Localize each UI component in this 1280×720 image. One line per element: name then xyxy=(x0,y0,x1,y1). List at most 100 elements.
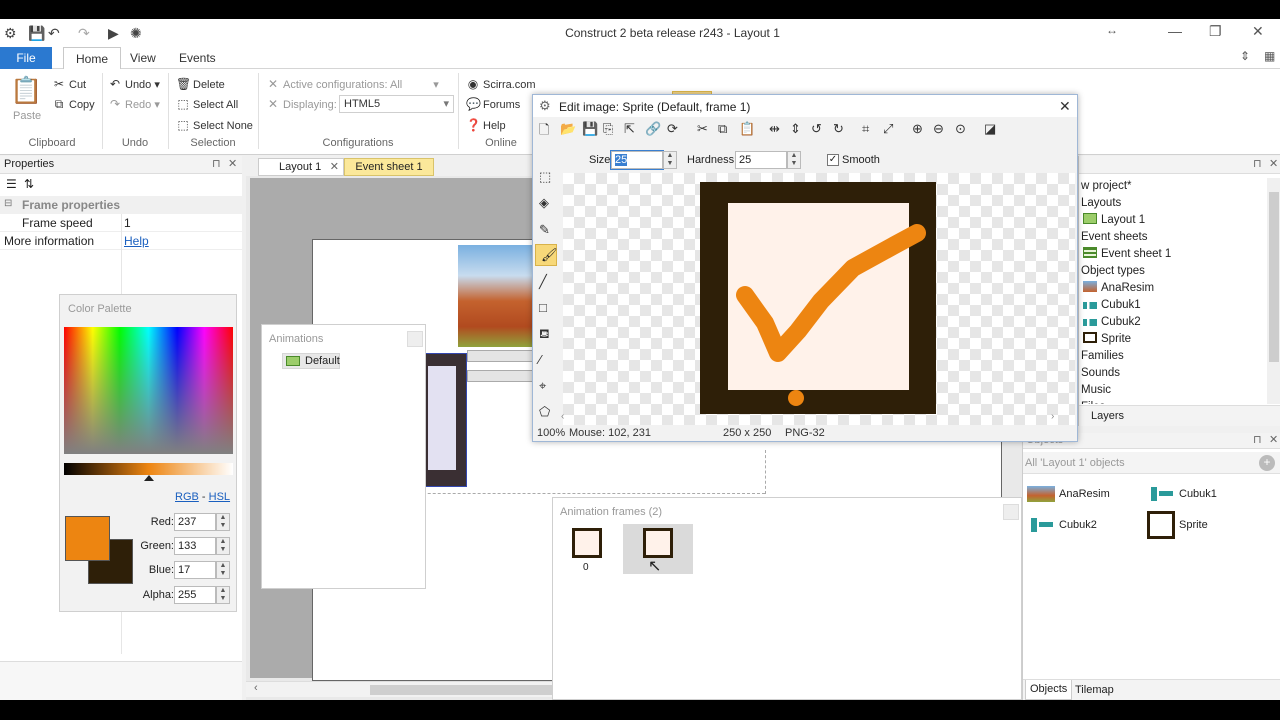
dialog-close-button[interactable]: ✕ xyxy=(1059,98,1071,115)
origin-icon[interactable]: ⌖ xyxy=(539,378,546,394)
blue-input[interactable]: 17 xyxy=(174,561,216,579)
tab-events[interactable]: Events xyxy=(167,47,228,69)
line-icon[interactable]: ╱ xyxy=(539,274,547,290)
hardness-stepper[interactable]: ▲ ▼ xyxy=(787,151,801,169)
color-picker-icon[interactable]: ⁄ xyxy=(539,352,541,367)
rotate-left-icon[interactable]: ↺ xyxy=(811,121,822,137)
project-tree-item[interactable]: Layout 1 xyxy=(1083,212,1145,229)
open-icon[interactable]: 📂 xyxy=(560,121,576,137)
restore-button[interactable]: ❐ xyxy=(1209,23,1222,40)
anaresim-image[interactable] xyxy=(458,245,533,347)
paste-icon[interactable]: 📋 xyxy=(10,75,42,107)
project-tree-item[interactable]: Event sheet 1 xyxy=(1083,246,1171,263)
project-tree-item[interactable]: Layouts xyxy=(1081,195,1121,212)
tab-tilemap[interactable]: Tilemap xyxy=(1075,684,1114,696)
sort-icon[interactable]: ⇅ xyxy=(24,177,34,191)
green-stepper[interactable]: ▲ ▼ xyxy=(216,537,230,555)
redo-button[interactable]: ↷ Redo ▾ xyxy=(108,97,160,111)
tab-layers[interactable]: Layers xyxy=(1091,410,1124,422)
eraser-icon[interactable]: ◈ xyxy=(539,195,549,211)
fill-icon[interactable]: ⛾ xyxy=(539,326,550,344)
cut-icon[interactable]: ✂ xyxy=(697,121,708,137)
copy-button[interactable]: ⧉ Copy xyxy=(52,97,95,112)
close-icon[interactable]: ✕ xyxy=(228,157,237,170)
frame-thumbnail-1-selected[interactable]: ↖ xyxy=(623,524,693,575)
blue-stepper[interactable]: ▲ ▼ xyxy=(216,561,230,579)
save-icon[interactable]: 💾 xyxy=(582,121,598,137)
hsl-link[interactable]: HSL xyxy=(209,491,230,503)
project-tree-item[interactable]: Families xyxy=(1081,348,1124,365)
zoom-reset-icon[interactable]: ⊙ xyxy=(955,121,966,137)
minimize-button[interactable]: — xyxy=(1168,23,1182,39)
image-canvas[interactable] xyxy=(563,173,1075,425)
red-input[interactable]: 237 xyxy=(174,513,216,531)
resize-icon[interactable]: ⤢ xyxy=(883,121,893,137)
categorized-icon[interactable]: ☰ xyxy=(6,177,17,191)
refresh-icon[interactable]: ⟳ xyxy=(667,121,678,137)
tab-home[interactable]: Home xyxy=(63,47,122,70)
scroll-right-icon[interactable]: › xyxy=(1051,411,1054,422)
object-item[interactable]: AnaResim xyxy=(1027,479,1110,509)
pin-icon[interactable]: ⊓ xyxy=(1253,157,1262,170)
select-all-button[interactable]: ⬚ Select All xyxy=(176,97,238,111)
active-configurations-dropdown[interactable]: ✕ Active configurations: All ▾ xyxy=(266,77,439,91)
slider-thumb[interactable] xyxy=(144,475,154,481)
displaying-select[interactable]: HTML5 ▾ xyxy=(339,95,454,113)
ribbon-pin-icon[interactable]: ▦ xyxy=(1264,49,1275,63)
size-stepper[interactable]: ▲ ▼ xyxy=(663,151,677,169)
tab-objects[interactable]: Objects xyxy=(1025,680,1073,700)
project-tree-item[interactable]: Files xyxy=(1081,399,1105,404)
close-icon[interactable]: ✕ xyxy=(1269,157,1278,170)
help-link[interactable]: ❓ Help xyxy=(466,118,506,132)
collision-polygon-icon[interactable]: ⬠ xyxy=(539,404,550,420)
close-icon[interactable]: ✕ xyxy=(1269,433,1278,446)
tab-layout-1[interactable]: Layout 1 ✕ xyxy=(258,158,344,176)
crop-icon[interactable]: ⌗ xyxy=(862,121,869,137)
undo-button[interactable]: ↶ Undo ▾ xyxy=(108,77,160,91)
collapse-icon[interactable]: ⊟ xyxy=(4,198,12,209)
new-image-icon[interactable]: 🗋 xyxy=(539,121,549,143)
project-tree-item[interactable]: Cubuk2 xyxy=(1083,314,1141,331)
help-link[interactable]: Help xyxy=(124,234,149,248)
project-tree-item[interactable]: Object types xyxy=(1081,263,1145,280)
copy-icon[interactable]: ⧉ xyxy=(718,121,727,137)
zoom-out-icon[interactable]: ⊖ xyxy=(933,121,944,137)
ribbon-collapse-icon[interactable]: ⇕ xyxy=(1240,49,1250,63)
smooth-checkbox[interactable]: ✓ xyxy=(827,154,839,166)
rectangle-select-icon[interactable]: ⬚ xyxy=(539,169,551,185)
brush-tool-active[interactable]: 🖌 xyxy=(535,244,558,266)
project-tree-item[interactable]: Music xyxy=(1081,382,1111,399)
primary-color-swatch[interactable] xyxy=(65,516,110,561)
project-tree-item[interactable]: AnaResim xyxy=(1083,280,1154,297)
pin-icon[interactable]: ⊓ xyxy=(1253,433,1262,446)
red-stepper[interactable]: ▲ ▼ xyxy=(216,513,230,531)
project-tree-item[interactable]: Sounds xyxy=(1081,365,1120,382)
rotate-right-icon[interactable]: ↻ xyxy=(833,121,844,137)
color-spectrum[interactable] xyxy=(64,327,233,454)
frame-properties-section[interactable]: ⊟ Frame properties xyxy=(0,196,242,214)
frame-thumbnail-0[interactable] xyxy=(572,528,602,558)
pencil-icon[interactable]: ✎ xyxy=(539,222,550,238)
cut-button[interactable]: ✂ Cut xyxy=(52,77,86,91)
delete-button[interactable]: 🗑 Delete xyxy=(176,77,225,91)
cubuk1-object[interactable] xyxy=(467,350,533,362)
add-object-icon[interactable]: + xyxy=(1259,455,1275,471)
animation-item-default[interactable]: Default xyxy=(282,353,340,369)
hardness-input[interactable]: 25 xyxy=(735,151,787,169)
mirror-icon[interactable]: ⇹ xyxy=(769,121,780,137)
import-icon[interactable]: ⎘ xyxy=(603,121,613,137)
close-button[interactable]: ✕ xyxy=(1252,23,1264,40)
rectangle-icon[interactable]: □ xyxy=(539,300,547,315)
alpha-input[interactable]: 255 xyxy=(174,586,216,604)
frames-close-button[interactable] xyxy=(1003,504,1019,520)
project-scrollbar[interactable] xyxy=(1267,178,1280,404)
object-item[interactable]: Cubuk1 xyxy=(1147,479,1217,509)
pin-icon[interactable]: ⊓ xyxy=(212,157,221,170)
alpha-stepper[interactable]: ▲ ▼ xyxy=(216,586,230,604)
scroll-left-icon[interactable]: ‹ xyxy=(561,411,564,422)
animations-close-button[interactable] xyxy=(407,331,423,347)
sprite-object[interactable] xyxy=(425,353,467,487)
objects-filter[interactable]: All 'Layout 1' objects xyxy=(1025,457,1125,469)
object-item[interactable]: Sprite xyxy=(1147,510,1208,540)
rgb-link[interactable]: RGB xyxy=(175,491,199,503)
